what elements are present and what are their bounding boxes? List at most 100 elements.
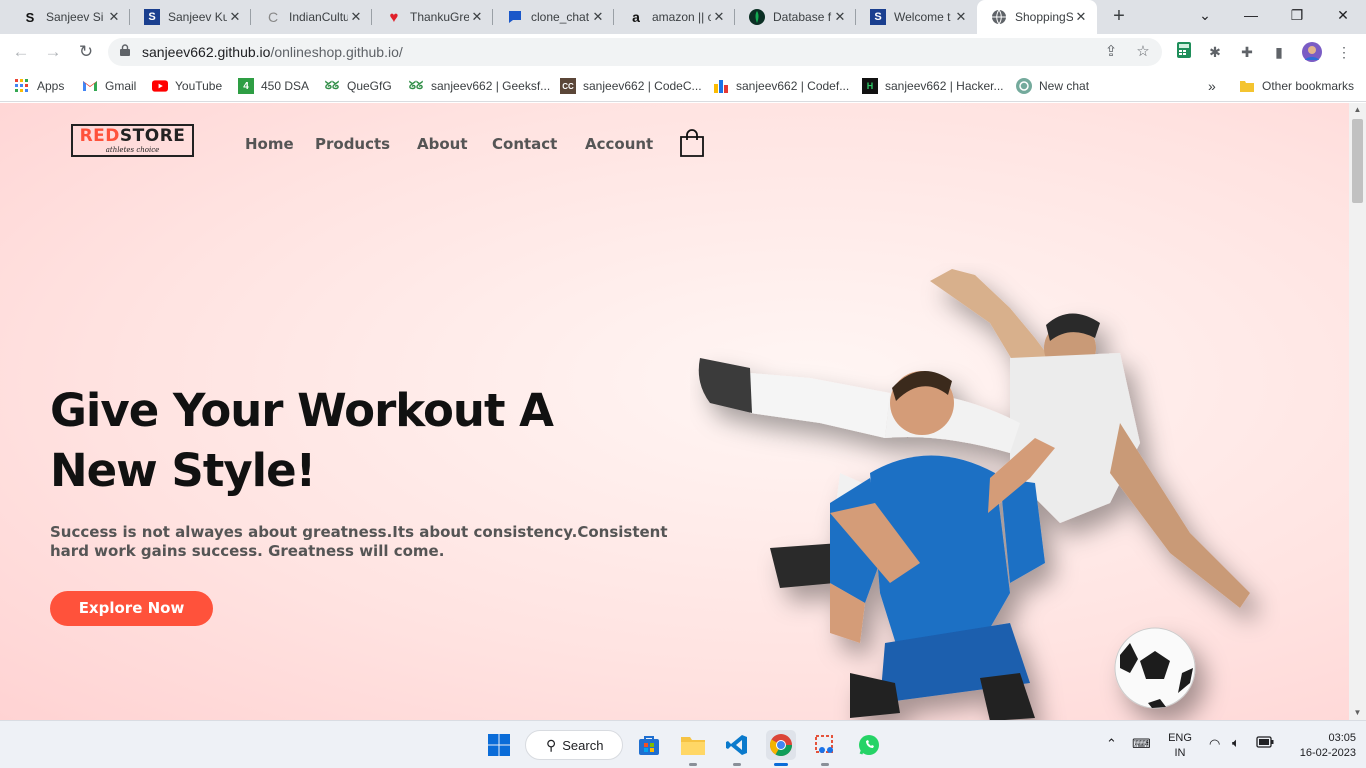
windows-taskbar: ⚲ Search ⌃ ⌨ ENG IN ◠ 🔈︎ 03:05 16-02-202… — [0, 720, 1366, 768]
tab-title: ShoppingS — [1015, 10, 1073, 24]
close-tab-icon[interactable]: ✕ — [590, 9, 606, 25]
folder-icon — [1239, 78, 1255, 94]
globe-favicon-icon — [991, 9, 1007, 25]
nav-products[interactable]: Products — [315, 135, 390, 153]
bookmark-label: Other bookmarks — [1262, 79, 1355, 93]
close-tab-icon[interactable]: ✕ — [832, 9, 848, 25]
lang-top: ENG — [1168, 732, 1192, 744]
volume-icon[interactable]: 🔈︎ — [1232, 735, 1240, 751]
tab-title: Welcome t — [894, 10, 951, 24]
whatsapp-icon[interactable] — [854, 730, 884, 760]
page-scrollbar[interactable]: ▲ ▼ — [1349, 103, 1366, 720]
url-path: /onlineshop.github.io/ — [270, 44, 403, 60]
nav-account[interactable]: Account — [585, 135, 653, 153]
bookmark-apps[interactable]: Apps — [14, 76, 64, 96]
tab-title: clone_chat — [531, 10, 590, 24]
bookmark-geeksforgeeks[interactable]: ᘜᘜ sanjeev662 | Geeksf... — [408, 76, 550, 96]
profile-avatar[interactable] — [1302, 42, 1322, 62]
share-icon[interactable]: ⇪ — [1102, 43, 1120, 61]
browser-tab[interactable]: a amazon || c ✕ — [614, 0, 735, 34]
side-panel-icon[interactable]: ▮ — [1269, 42, 1289, 62]
language-indicator[interactable]: ENG IN — [1166, 731, 1194, 761]
microsoft-store-icon[interactable] — [634, 730, 664, 760]
battery-icon[interactable] — [1256, 736, 1274, 751]
menu-kebab-icon[interactable]: ⋮ — [1334, 42, 1354, 62]
redstore-logo[interactable]: REDSTORE athletes choice — [71, 124, 194, 157]
bookmark-codeforces[interactable]: sanjeev662 | Codef... — [713, 76, 849, 96]
wifi-icon[interactable]: ◠ — [1209, 736, 1220, 752]
browser-tab[interactable]: clone_chat ✕ — [493, 0, 614, 34]
chrome-icon[interactable] — [766, 730, 796, 766]
close-tab-icon[interactable]: ✕ — [348, 9, 364, 25]
close-tab-icon[interactable]: ✕ — [227, 9, 243, 25]
search-label: Search — [562, 737, 604, 753]
hackerrank-icon: H — [862, 78, 878, 94]
restore-button[interactable]: ❐ — [1274, 0, 1320, 30]
browser-tab[interactable]: Database f ✕ — [735, 0, 856, 34]
clock-date: 16-02-2023 — [1299, 747, 1356, 759]
forward-arrow-icon[interactable]: → — [42, 41, 64, 63]
clock-time: 03:05 — [1328, 732, 1356, 744]
nav-about[interactable]: About — [417, 135, 468, 153]
windows-start-icon[interactable] — [484, 730, 514, 760]
scrollbar-thumb[interactable] — [1352, 119, 1363, 203]
bookmark-star-icon[interactable]: ☆ — [1134, 43, 1152, 61]
gfg-icon: ᘜᘜ — [324, 79, 340, 92]
reload-icon[interactable]: ↻ — [75, 41, 97, 63]
scroll-down-arrow-icon[interactable]: ▼ — [1349, 706, 1366, 720]
new-tab-button[interactable]: + — [1108, 5, 1130, 27]
vscode-icon[interactable] — [722, 730, 752, 766]
browser-tab[interactable]: S Welcome t ✕ — [856, 0, 977, 34]
close-tab-icon[interactable]: ✕ — [469, 9, 485, 25]
bookmark-label: sanjeev662 | Hacker... — [885, 79, 1004, 93]
browser-tab[interactable]: S Sanjeev Ku ✕ — [130, 0, 251, 34]
tab-title: Sanjeev Si — [46, 10, 104, 24]
file-explorer-icon[interactable] — [678, 730, 708, 766]
nav-contact[interactable]: Contact — [492, 135, 557, 153]
back-arrow-icon[interactable]: ← — [10, 41, 32, 63]
tab-title: Database f — [773, 10, 832, 24]
scroll-up-arrow-icon[interactable]: ▲ — [1349, 103, 1366, 117]
snipping-tool-icon[interactable] — [810, 730, 840, 766]
headline-line-1: Give Your Workout A — [50, 384, 554, 437]
browser-tab-active[interactable]: ShoppingS ✕ — [977, 0, 1097, 34]
lock-icon — [120, 44, 130, 56]
bug-extension-icon[interactable]: ✱ — [1205, 42, 1225, 62]
gmail-icon — [82, 78, 98, 94]
browser-tab[interactable]: C IndianCultu ✕ — [251, 0, 372, 34]
extensions-puzzle-icon[interactable]: ✚ — [1237, 42, 1257, 62]
bookmark-gmail[interactable]: Gmail — [82, 76, 136, 96]
taskbar-search[interactable]: ⚲ Search — [525, 730, 623, 760]
close-tab-icon[interactable]: ✕ — [953, 9, 969, 25]
bookmark-hackerrank[interactable]: H sanjeev662 | Hacker... — [862, 76, 1004, 96]
explore-now-button[interactable]: Explore Now — [50, 591, 213, 626]
calculator-extension-icon[interactable] — [1174, 42, 1194, 62]
logo-tagline: athletes choice — [105, 146, 160, 154]
browser-tab[interactable]: S Sanjeev Si ✕ — [8, 0, 130, 34]
bookmark-codechef[interactable]: CC sanjeev662 | CodeC... — [560, 76, 702, 96]
other-bookmarks-folder[interactable]: Other bookmarks — [1239, 76, 1354, 96]
close-tab-icon[interactable]: ✕ — [1073, 9, 1089, 25]
shopping-bag-icon[interactable] — [679, 128, 705, 158]
keyboard-icon[interactable]: ⌨ — [1132, 736, 1151, 752]
amazon-favicon-icon: a — [632, 9, 640, 25]
tray-chevron-icon[interactable]: ⌃ — [1106, 736, 1117, 752]
bookmark-label: Gmail — [105, 79, 137, 93]
bookmark-youtube[interactable]: YouTube — [152, 76, 222, 96]
url-host: sanjeev662.github.io — [142, 44, 271, 60]
bookmarks-bar: Apps Gmail YouTube 4 450 DSA ᘜᘜ QueGfG ᘜ… — [0, 70, 1366, 102]
minimize-button[interactable]: — — [1228, 0, 1274, 30]
browser-tab[interactable]: ♥ ThankuGre ✕ — [372, 0, 493, 34]
nav-home[interactable]: Home — [245, 135, 294, 153]
tab-search-chevron-icon[interactable]: ⌄ — [1182, 0, 1228, 30]
clock[interactable]: 03:05 16-02-2023 — [1286, 731, 1356, 761]
bookmark-quegfg[interactable]: ᘜᘜ QueGfG — [324, 76, 392, 96]
close-tab-icon[interactable]: ✕ — [106, 9, 122, 25]
close-window-button[interactable]: ✕ — [1320, 0, 1366, 30]
loading-favicon-icon: C — [267, 9, 279, 25]
bookmark-new-chat[interactable]: New chat — [1016, 76, 1089, 96]
address-bar[interactable]: sanjeev662.github.io/onlineshop.github.i… — [108, 38, 1162, 66]
more-bookmarks-button[interactable]: » — [1208, 76, 1216, 96]
close-tab-icon[interactable]: ✕ — [711, 9, 727, 25]
bookmark-450-dsa[interactable]: 4 450 DSA — [238, 76, 309, 96]
